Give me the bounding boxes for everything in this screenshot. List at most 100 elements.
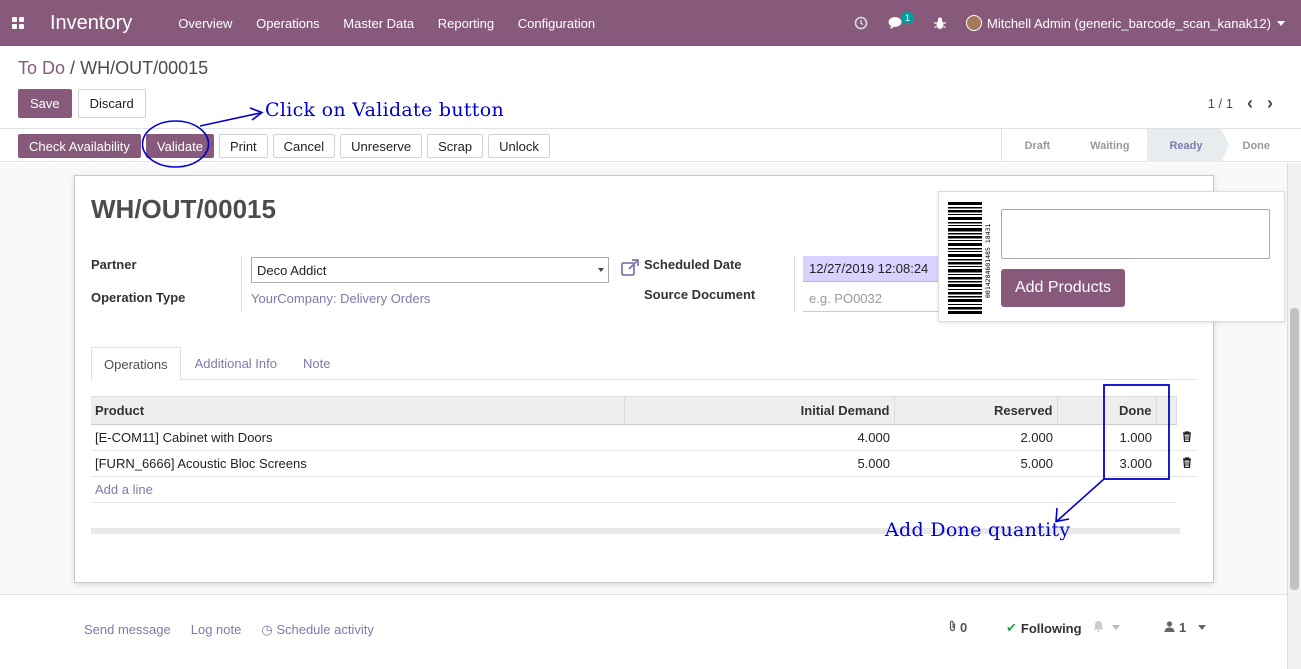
followers-dropdown[interactable]: 1: [1164, 620, 1207, 635]
cell-reserved[interactable]: 2.000: [894, 424, 1057, 451]
source-document-input[interactable]: [805, 291, 935, 306]
menu-configuration[interactable]: Configuration: [518, 16, 595, 31]
cell-done[interactable]: 3.000: [1057, 450, 1156, 477]
menu-reporting[interactable]: Reporting: [438, 16, 494, 31]
following-toggle[interactable]: ✔ Following: [1006, 620, 1082, 636]
field-separator: [794, 256, 795, 312]
validate-button[interactable]: Validate: [145, 134, 214, 158]
cell-product[interactable]: [FURN_6666] Acoustic Bloc Screens: [91, 450, 624, 477]
tab-operations[interactable]: Operations: [91, 347, 181, 381]
field-separator: [241, 256, 242, 312]
user-menu[interactable]: Mitchell Admin (generic_barcode_scan_kan…: [966, 15, 1285, 31]
cell-done[interactable]: 1.000: [1057, 424, 1156, 451]
bell-icon: [1093, 620, 1104, 635]
operation-type-label: Operation Type: [91, 290, 186, 305]
scheduled-date-label: Scheduled Date: [644, 257, 742, 272]
followers-count: 1: [1179, 620, 1187, 635]
check-icon: ✔: [1006, 620, 1017, 635]
form-statusbar: Check Availability Validate Print Cancel…: [0, 128, 1301, 162]
unreserve-button[interactable]: Unreserve: [340, 134, 423, 158]
scroll-thumb[interactable]: [1290, 308, 1299, 590]
log-note-button[interactable]: Log note: [191, 622, 242, 638]
partner-label: Partner: [91, 257, 137, 272]
chevron-down-icon: [1112, 625, 1120, 630]
menu-operations[interactable]: Operations: [256, 16, 320, 31]
scheduled-date-input[interactable]: 12/27/2019 12:08:24: [803, 256, 943, 282]
status-step-waiting: Waiting: [1090, 139, 1130, 152]
partner-select[interactable]: Deco Addict: [251, 257, 609, 283]
delete-row-trash-icon[interactable]: [1176, 424, 1198, 451]
top-navbar: Inventory Overview Operations Master Dat…: [0, 0, 1301, 46]
chatter-actions: Send message Log note ◷ Schedule activit…: [84, 622, 374, 638]
breadcrumb: To Do / WH/OUT/00015: [18, 58, 208, 79]
scrollbar[interactable]: [1287, 163, 1301, 669]
source-document-label: Source Document: [644, 287, 756, 302]
cell-initial-demand[interactable]: 4.000: [624, 424, 894, 451]
messages-count-badge: 1: [900, 12, 914, 24]
source-document-field: [803, 286, 943, 312]
validate-arrow-head: [249, 107, 264, 121]
check-availability-button[interactable]: Check Availability: [18, 134, 141, 158]
table-row[interactable]: [E-COM11] Cabinet with Doors 4.000 2.000…: [91, 424, 1198, 451]
following-label: Following: [1020, 620, 1082, 636]
delete-row-trash-icon[interactable]: [1176, 450, 1198, 477]
pager-previous-icon[interactable]: ‹: [1247, 94, 1253, 112]
avatar: [966, 15, 982, 31]
pager-next-icon[interactable]: ›: [1267, 94, 1273, 112]
tab-additional-info[interactable]: Additional Info: [183, 347, 289, 380]
systray: 1 Mitchell Admin (generic_barcode_scan_k…: [854, 0, 1301, 46]
menu-overview[interactable]: Overview: [178, 16, 232, 31]
pager: 1 / 1 ‹ ›: [1208, 94, 1273, 112]
user-icon: [1164, 620, 1175, 635]
column-product[interactable]: Product: [91, 396, 625, 425]
column-reserved[interactable]: Reserved: [894, 396, 1058, 425]
column-initial-demand[interactable]: Initial Demand: [624, 396, 895, 425]
attachments-counter[interactable]: 0: [948, 620, 967, 635]
send-message-button[interactable]: Send message: [84, 622, 171, 638]
cell-empty: [1176, 477, 1198, 503]
breadcrumb-separator: /: [70, 58, 76, 78]
barcode-scan-panel: 0014284601485 18431 Add Products: [938, 191, 1285, 322]
save-button[interactable]: Save: [18, 89, 72, 118]
add-line-cell: Add a line: [91, 476, 1176, 503]
barcode-number: 0014284601485 18431: [984, 224, 992, 298]
breadcrumb-todo-link[interactable]: To Do: [18, 58, 65, 78]
status-step-draft: Draft: [1024, 139, 1051, 152]
scrap-button[interactable]: Scrap: [427, 134, 484, 158]
column-extra: [1156, 396, 1177, 425]
tab-note[interactable]: Note: [291, 347, 342, 380]
add-line-link[interactable]: Add a line: [95, 482, 153, 497]
external-link-icon[interactable]: [620, 258, 640, 278]
add-products-button[interactable]: Add Products: [1001, 269, 1125, 307]
column-done[interactable]: Done: [1057, 396, 1157, 425]
debug-bug-icon[interactable]: [934, 17, 946, 30]
schedule-activity-label: Schedule activity: [276, 622, 374, 637]
cancel-button[interactable]: Cancel: [272, 134, 336, 158]
table-row[interactable]: [FURN_6666] Acoustic Bloc Screens 5.000 …: [91, 450, 1198, 477]
attachments-count: 0: [960, 620, 968, 635]
unlock-button[interactable]: Unlock: [488, 134, 550, 158]
print-button[interactable]: Print: [218, 134, 268, 158]
barcode-input[interactable]: [1001, 209, 1270, 259]
add-line-row: Add a line: [91, 476, 1198, 503]
cell-reserved[interactable]: 5.000: [894, 450, 1057, 477]
operation-type-link[interactable]: YourCompany: Delivery Orders: [251, 291, 430, 306]
user-name: Mitchell Admin (generic_barcode_scan_kan…: [987, 15, 1271, 31]
form-buttons: Save Discard: [18, 89, 146, 118]
messages-icon[interactable]: 1: [888, 12, 914, 30]
schedule-activity-button[interactable]: ◷ Schedule activity: [261, 622, 374, 638]
barcode-image: 0014284601485 18431: [948, 202, 992, 314]
validate-arrow-line: [199, 112, 261, 127]
done-annotation-text: Add Done quantity: [885, 519, 1071, 541]
menu-master-data[interactable]: Master Data: [343, 16, 414, 31]
apps-menu-icon[interactable]: [0, 0, 36, 46]
activity-clock-icon[interactable]: [854, 16, 868, 30]
paperclip-icon: [948, 620, 957, 635]
cell-initial-demand[interactable]: 5.000: [624, 450, 894, 477]
notification-bell-dropdown[interactable]: [1093, 620, 1120, 635]
cell-product[interactable]: [E-COM11] Cabinet with Doors: [91, 424, 624, 451]
partner-value: Deco Addict: [257, 263, 327, 278]
discard-button[interactable]: Discard: [77, 89, 146, 118]
notebook-tabs: Operations Additional Info Note: [91, 347, 1197, 381]
pager-value[interactable]: 1 / 1: [1208, 96, 1233, 111]
